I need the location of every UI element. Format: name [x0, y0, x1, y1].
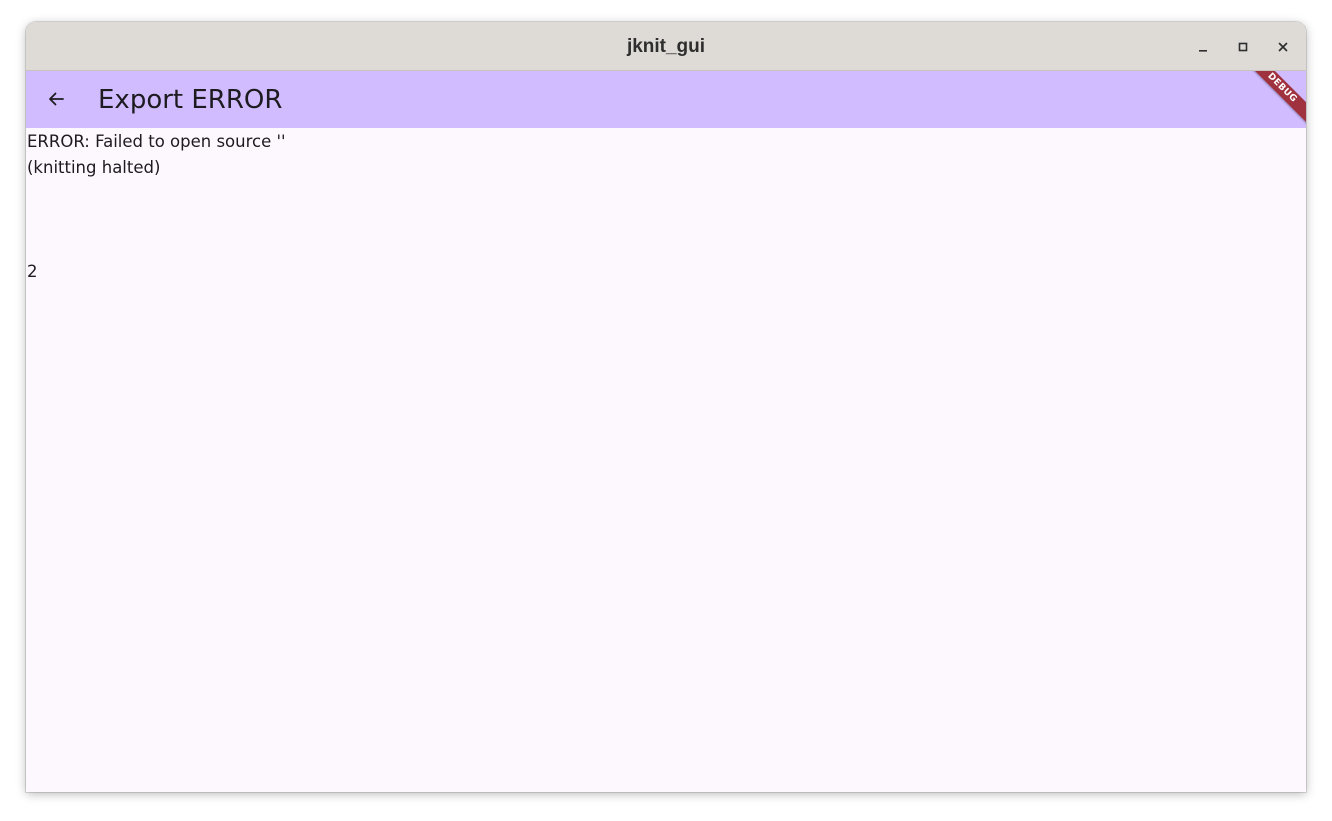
back-button[interactable]: [36, 79, 76, 119]
window-titlebar[interactable]: jknit_gui: [26, 22, 1306, 71]
close-icon: [1278, 42, 1288, 52]
arrow-left-icon: [49, 92, 64, 106]
export-result-content: ERROR: Failed to open source '' (knittin…: [26, 128, 1306, 792]
minimize-icon: [1199, 50, 1207, 52]
maximize-icon: [1238, 42, 1248, 52]
maximize-button[interactable]: [1230, 34, 1256, 60]
error-message: ERROR: Failed to open source '': [27, 132, 286, 151]
app-bar: Export ERROR: [26, 71, 1306, 128]
window-title: jknit_gui: [626, 36, 706, 57]
exit-code: 2: [27, 262, 38, 281]
app-window: jknit_gui Export ERROR DEBUG ERROR: Fail…: [26, 22, 1306, 792]
page-title: Export ERROR: [98, 85, 283, 115]
close-button[interactable]: [1270, 34, 1296, 60]
status-message: (knitting halted): [27, 158, 161, 177]
minimize-button[interactable]: [1190, 34, 1216, 60]
